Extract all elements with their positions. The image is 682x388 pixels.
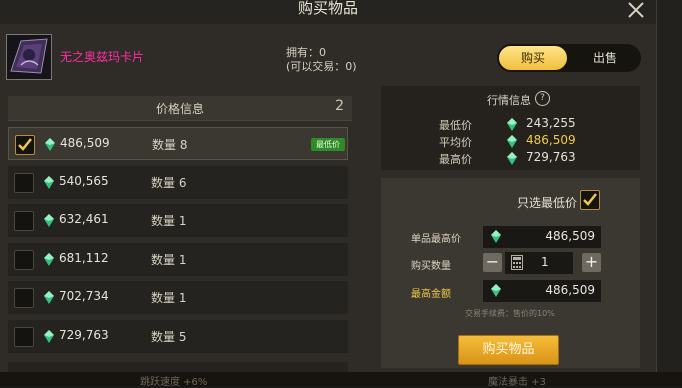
row-price: 702,734 (59, 289, 109, 303)
gem-icon (44, 175, 54, 189)
market-info-title: 行情信息 (487, 94, 531, 107)
gem-icon (44, 329, 54, 343)
row-quantity: 数量 1 (151, 214, 187, 228)
row-checkbox[interactable] (14, 326, 34, 347)
listing-row[interactable]: 486,509 数量 8 最低价 (8, 127, 348, 160)
row-quantity: 数量 5 (151, 329, 187, 344)
quantity-label: 购买数量 (411, 261, 451, 272)
quantity-value: 1 (541, 255, 549, 269)
tradable-count: (可以交易：0) (286, 60, 357, 73)
fee-note: 交易手续费：售价的10% (465, 309, 555, 318)
row-price: 729,763 (59, 327, 109, 342)
max-total-value: 486,509 (545, 283, 595, 297)
gem-icon (507, 152, 517, 165)
gem-icon (45, 138, 55, 151)
only-lowest-checkbox[interactable] (580, 190, 600, 210)
row-quantity: 数量 8 (152, 138, 188, 152)
market-stat-label: 最低价 (439, 119, 472, 132)
dialog-titlebar: 购买物品 (0, 0, 656, 24)
quantity-decrease-button[interactable]: − (483, 253, 502, 272)
buy-item-dialog: 购买物品 无之奥兹玛卡片 拥有：0 (可以交易：0) 购买 出售 价格信息 2 … (0, 0, 657, 374)
price-info-header: 价格信息 2 (8, 96, 352, 121)
calculator-icon[interactable] (511, 255, 523, 270)
market-stat-value: 243,255 (526, 116, 576, 130)
checkmark-icon (18, 138, 32, 151)
row-checkbox[interactable] (14, 249, 34, 270)
row-quantity: 数量 1 (151, 291, 187, 305)
gem-icon (44, 252, 54, 266)
item-card-icon (7, 35, 51, 79)
listing-row[interactable]: 540,565 数量 6 (8, 165, 348, 199)
max-unit-price-label: 单品最高价 (411, 234, 461, 245)
row-checkbox[interactable] (14, 172, 34, 193)
listing-row[interactable]: 681,112 数量 1 (8, 242, 348, 276)
row-price: 540,565 (59, 173, 109, 188)
row-price: 681,112 (59, 250, 109, 265)
price-info-count: 2 (335, 98, 344, 114)
market-stat-value: 729,763 (526, 150, 576, 164)
close-icon[interactable] (626, 0, 646, 20)
only-lowest-label: 只选最低价 (517, 196, 578, 210)
listing-row-partial (8, 362, 348, 372)
background-game-ui: 跳跃速度 +6% 魔法暴击 +3 (0, 372, 682, 388)
row-quantity: 数量 6 (151, 175, 187, 190)
market-stat-value: 486,509 (526, 133, 576, 147)
gem-icon (491, 284, 501, 297)
gem-icon (507, 118, 517, 131)
max-unit-price-value: 486,509 (545, 229, 595, 243)
gem-icon (44, 291, 54, 304)
row-checkbox[interactable] (14, 288, 34, 308)
market-info-panel: 行情信息 ? 最低价 243,255 平均价 486,509 最高价 729,763 (381, 86, 640, 170)
background-right (656, 0, 682, 386)
gem-icon (507, 135, 517, 148)
row-price: 486,509 (60, 136, 110, 150)
item-card-thumbnail[interactable] (6, 34, 52, 80)
gem-icon (491, 230, 501, 243)
row-price: 632,461 (59, 212, 109, 226)
purchase-panel: 只选最低价 单品最高价 486,509 购买数量 − 1 + 最高金额 486,… (381, 178, 640, 368)
gem-icon (44, 214, 54, 227)
row-checkbox[interactable] (15, 135, 35, 155)
row-checkbox[interactable] (14, 211, 34, 231)
market-stat-label: 平均价 (439, 136, 472, 149)
market-stat-label: 最高价 (439, 153, 472, 166)
listing-row[interactable]: 702,734 数量 1 (8, 281, 348, 314)
row-quantity: 数量 1 (151, 252, 187, 267)
tab-buy[interactable]: 购买 (499, 46, 567, 70)
buy-sell-toggle: 购买 出售 (497, 44, 641, 72)
listing-row[interactable]: 632,461 数量 1 (8, 204, 348, 237)
quantity-input[interactable]: 1 (505, 252, 573, 274)
listing-row[interactable]: 729,763 数量 5 (8, 319, 348, 353)
max-unit-price-input[interactable]: 486,509 (483, 226, 601, 248)
tab-sell[interactable]: 出售 (571, 46, 639, 70)
quantity-increase-button[interactable]: + (582, 253, 601, 272)
dialog-title: 购买物品 (297, 0, 358, 17)
buy-item-button[interactable]: 购买物品 (458, 335, 559, 365)
price-info-title: 价格信息 (155, 102, 204, 116)
lowest-price-badge: 最低价 (311, 138, 345, 151)
item-name: 无之奥兹玛卡片 (60, 50, 145, 64)
max-total-label: 最高金额 (411, 289, 451, 300)
checkmark-icon (583, 193, 597, 206)
max-total-display: 486,509 (483, 280, 601, 302)
help-icon[interactable]: ? (535, 91, 550, 106)
